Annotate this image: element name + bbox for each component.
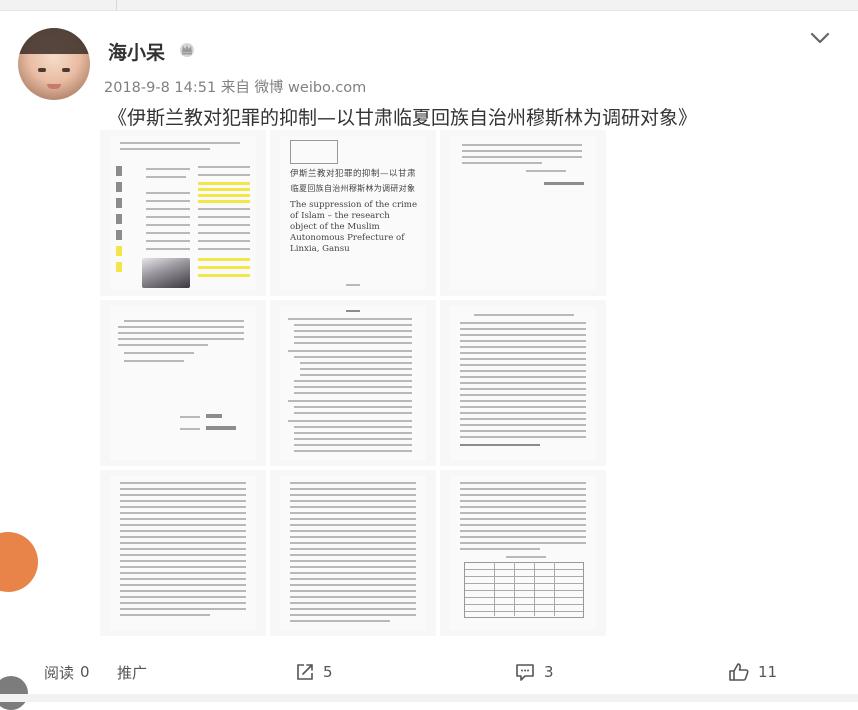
side-avatar[interactable] — [0, 532, 38, 592]
bottom-separator — [0, 694, 858, 702]
crown-badge-icon — [180, 43, 194, 57]
post-meta: 2018-9-8 14:51 来自 微博 weibo.com — [104, 76, 366, 97]
chevron-down-icon[interactable] — [808, 28, 832, 48]
comment-button[interactable]: 3 — [514, 652, 554, 692]
doc-title-en: The suppression of the crime of Islam – … — [290, 200, 418, 254]
share-button[interactable]: 5 — [295, 652, 333, 692]
image-thumbnail[interactable] — [100, 130, 266, 296]
share-count: 5 — [323, 663, 333, 681]
image-thumbnail[interactable] — [270, 470, 436, 636]
top-separator — [0, 0, 858, 11]
author-name[interactable]: 海小呆 — [108, 38, 165, 65]
image-grid: 伊斯兰教对犯罪的抑制—以甘肃 临夏回族自治州穆斯林为调研对象 The suppr… — [100, 130, 606, 636]
read-count: 阅读 0 — [44, 652, 90, 692]
post-text: 《伊斯兰教对犯罪的抑制—以甘肃临夏回族自治州穆斯林为调研对象》 — [108, 107, 698, 129]
image-thumbnail[interactable] — [270, 300, 436, 466]
image-thumbnail[interactable] — [440, 300, 606, 466]
read-label: 阅读 — [44, 663, 75, 682]
read-count-value: 0 — [80, 663, 90, 681]
doc-title-cn-1: 伊斯兰教对犯罪的抑制—以甘肃 — [289, 169, 416, 179]
post-actions-bar: 阅读 0 推广 5 3 11 — [0, 652, 858, 692]
comment-count: 3 — [544, 663, 554, 681]
source-prefix: 来自 — [220, 80, 250, 96]
doc-title-cn-2: 临夏回族自治州穆斯林为调研对象 — [290, 184, 416, 193]
post-date[interactable]: 2018-9-8 14:51 — [104, 80, 216, 96]
comment-icon — [516, 664, 534, 681]
like-count: 11 — [758, 663, 778, 681]
promote-label: 推广 — [117, 663, 148, 682]
image-thumbnail[interactable] — [440, 470, 606, 636]
author-avatar[interactable] — [18, 28, 90, 100]
image-thumbnail[interactable] — [440, 130, 606, 296]
image-thumbnail[interactable]: 伊斯兰教对犯罪的抑制—以甘肃 临夏回族自治州穆斯林为调研对象 The suppr… — [270, 130, 436, 296]
thumbs-up-icon — [729, 663, 749, 681]
promote-button[interactable]: 推广 — [117, 652, 147, 692]
image-thumbnail[interactable] — [100, 300, 266, 466]
like-button[interactable]: 11 — [728, 652, 777, 692]
post-source[interactable]: 微博 weibo.com — [254, 80, 366, 96]
image-thumbnail[interactable] — [100, 470, 266, 636]
share-icon — [297, 664, 313, 680]
